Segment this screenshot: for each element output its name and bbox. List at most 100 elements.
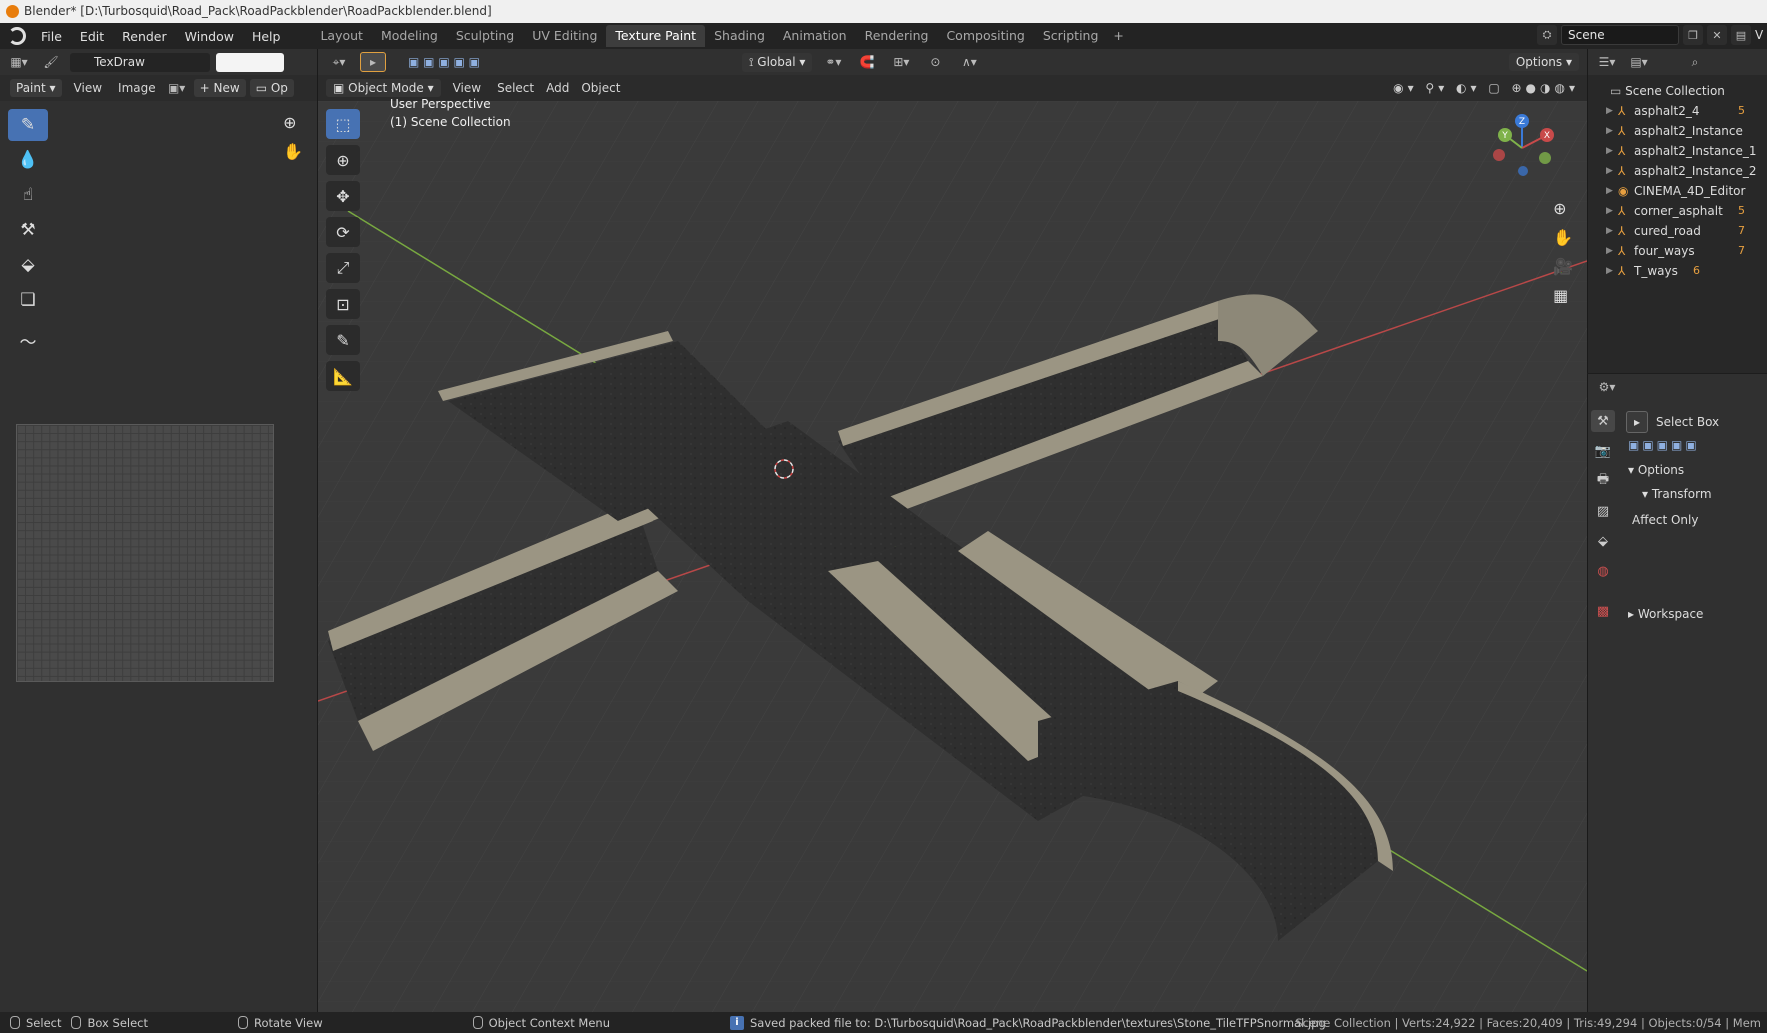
transform-icon[interactable]: ⊡ [326, 289, 360, 319]
image-browse-icon[interactable]: ▣▾ [164, 78, 190, 98]
ortho-grid-icon[interactable]: ▦ [1553, 286, 1573, 305]
tab-modeling[interactable]: Modeling [372, 25, 447, 47]
measure-icon[interactable]: 📐 [326, 361, 360, 391]
view-layer-field[interactable]: V [1755, 28, 1767, 42]
brush-name-field[interactable]: TexDraw [70, 52, 210, 72]
options-panel-header[interactable]: ▾ Options [1622, 458, 1767, 482]
tab-animation[interactable]: Animation [774, 25, 856, 47]
scale-icon[interactable]: ⤢ [326, 253, 360, 283]
vp-menu-add[interactable]: Add [542, 81, 573, 95]
navigation-gizmo[interactable]: Z X Y [1487, 113, 1557, 183]
vp-menu-view[interactable]: View [445, 81, 489, 95]
tab-shading[interactable]: Shading [705, 25, 774, 47]
brush-icon[interactable]: 🖌 [38, 52, 64, 72]
menu-edit[interactable]: Edit [71, 29, 113, 44]
duplicate-scene-icon[interactable]: ❐ [1683, 25, 1703, 45]
mask-icon[interactable]: ❏ [8, 284, 48, 316]
tool-tab-icon[interactable]: ⚒ [1591, 410, 1615, 432]
blender-logo-icon[interactable] [8, 27, 26, 45]
pan-hand-icon[interactable]: ✋ [1553, 228, 1573, 247]
camera-icon[interactable]: 🎥 [1553, 257, 1573, 276]
texture-tab-icon[interactable]: ▩ [1591, 600, 1615, 622]
zoom-icon[interactable]: ⊕ [283, 113, 303, 132]
outliner-item[interactable]: ▶ ⅄ asphalt2_Instance [1588, 121, 1767, 141]
menu-view[interactable]: View [66, 81, 110, 95]
outliner-item[interactable]: ▶ ⅄ corner_asphalt 5 [1588, 201, 1767, 221]
menu-render[interactable]: Render [113, 29, 176, 44]
cursor-icon[interactable]: ⊕ [326, 145, 360, 175]
proportional-edit-icon[interactable]: ⊙ [922, 52, 948, 72]
outliner-item[interactable]: ▶ ◉ CINEMA_4D_Editor [1588, 181, 1767, 201]
select-mode-icons[interactable]: ▣▣▣▣▣ [1622, 434, 1767, 452]
tab-texture-paint[interactable]: Texture Paint [606, 25, 706, 47]
move-icon[interactable]: ✥ [326, 181, 360, 211]
editor-type-icon[interactable]: ⌖▾ [326, 52, 352, 72]
zoom-icon[interactable]: ⊕ [1553, 199, 1573, 218]
tab-rendering[interactable]: Rendering [856, 25, 938, 47]
pivot-icon[interactable]: ⚭▾ [820, 52, 846, 72]
paint-mode-dropdown[interactable]: Paint ▾ [10, 79, 62, 97]
output-tab-icon[interactable]: 🖶 [1591, 470, 1615, 492]
select-box-icon[interactable]: ⬚ [326, 109, 360, 139]
menu-file[interactable]: File [32, 29, 71, 44]
options-dropdown[interactable]: Options ▾ [1508, 53, 1579, 71]
select-mode-icons[interactable]: ▣ ▣ ▣ ▣ ▣ [394, 52, 494, 72]
vp-menu-select[interactable]: Select [493, 81, 538, 95]
outliner-item[interactable]: ▶ ⅄ T_ways 6 [1588, 261, 1767, 281]
tab-sculpting[interactable]: Sculpting [447, 25, 523, 47]
outliner-item[interactable]: ▶ ⅄ four_ways 7 [1588, 241, 1767, 261]
fill-bucket-icon[interactable]: ⬙ [8, 249, 48, 281]
annotate-icon[interactable]: 〜 [8, 324, 48, 356]
object-icon: ⅄ [1618, 224, 1626, 238]
tab-uv-editing[interactable]: UV Editing [523, 25, 606, 47]
tab-layout[interactable]: Layout [311, 25, 372, 47]
fill-drop-icon[interactable]: 💧 [8, 144, 48, 176]
workspace-panel-header[interactable]: ▸ Workspace [1622, 602, 1767, 626]
smear-icon[interactable]: ☝ [8, 179, 48, 211]
rotate-icon[interactable]: ⟳ [326, 217, 360, 247]
open-image-button[interactable]: ▭ Op [249, 79, 294, 97]
outliner-item[interactable]: ▶ ⅄ cured_road 7 [1588, 221, 1767, 241]
editor-type-icon[interactable]: ▦▾ [6, 52, 32, 72]
scene-tab-icon[interactable]: ⬙ [1591, 530, 1615, 552]
snap-icon[interactable]: 🧲 [854, 52, 880, 72]
menu-help[interactable]: Help [243, 29, 290, 44]
view-layer-icon[interactable]: ▤ [1731, 25, 1751, 45]
pan-hand-icon[interactable]: ✋ [283, 142, 303, 161]
display-mode-icon[interactable]: ▤▾ [1626, 52, 1652, 72]
menu-window[interactable]: Window [176, 29, 243, 44]
new-image-button[interactable]: + New [193, 79, 246, 97]
falloff-icon[interactable]: ∧▾ [956, 52, 982, 72]
transform-orientation-dropdown[interactable]: ⟟ Global ▾ [742, 52, 813, 72]
tab-scripting[interactable]: Scripting [1034, 25, 1108, 47]
vp-menu-object[interactable]: Object [577, 81, 624, 95]
world-tab-icon[interactable]: ◍ [1591, 560, 1615, 582]
tab-compositing[interactable]: Compositing [937, 25, 1033, 47]
render-tab-icon[interactable]: 📷 [1591, 440, 1615, 462]
shading-icons[interactable]: ◉▾ ⚲▾ ◐▾ ▢ ⊕●◑◍▾ [1393, 81, 1579, 95]
outliner-item[interactable]: ▶ ⅄ asphalt2_Instance_2 [1588, 161, 1767, 181]
uv-grid-canvas[interactable] [16, 424, 274, 682]
outliner-item[interactable]: ▶ ⅄ asphalt2_Instance_1 [1588, 141, 1767, 161]
3d-viewport[interactable]: ⌖▾ ▸ ▣ ▣ ▣ ▣ ▣ ⟟ Global ▾ ⚭▾ 🧲 ⊞▾ ⊙ ∧▾ O… [318, 49, 1587, 1012]
menu-image[interactable]: Image [114, 81, 160, 95]
object-mode-dropdown[interactable]: ▣ Object Mode ▾ [326, 79, 441, 97]
select-tool-icon[interactable]: ▸ [360, 52, 386, 72]
scene-name-field[interactable]: Scene [1561, 25, 1679, 45]
brush-icon[interactable]: ✎ [8, 109, 48, 141]
outliner-item[interactable]: ▶ ⅄ asphalt2_4 5 [1588, 101, 1767, 121]
scene-icon[interactable]: ⛭ [1537, 25, 1557, 45]
stamp-icon[interactable]: ⚒ [8, 214, 48, 246]
select-box-icon[interactable]: ▸ [1626, 411, 1648, 433]
search-icon[interactable]: ⌕ [1682, 52, 1708, 72]
transform-subpanel-header[interactable]: ▾ Transform [1622, 482, 1767, 506]
editor-type-icon[interactable]: ⚙▾ [1594, 377, 1620, 397]
add-workspace-icon[interactable]: + [1107, 25, 1129, 47]
editor-type-icon[interactable]: ☰▾ [1594, 52, 1620, 72]
delete-scene-icon[interactable]: ✕ [1707, 25, 1727, 45]
scene-collection-row[interactable]: ▭ Scene Collection [1588, 81, 1767, 101]
snap-target-icon[interactable]: ⊞▾ [888, 52, 914, 72]
brush-color-swatch[interactable] [216, 52, 284, 72]
annotate-icon[interactable]: ✎ [326, 325, 360, 355]
view-layer-tab-icon[interactable]: ▨ [1591, 500, 1615, 522]
